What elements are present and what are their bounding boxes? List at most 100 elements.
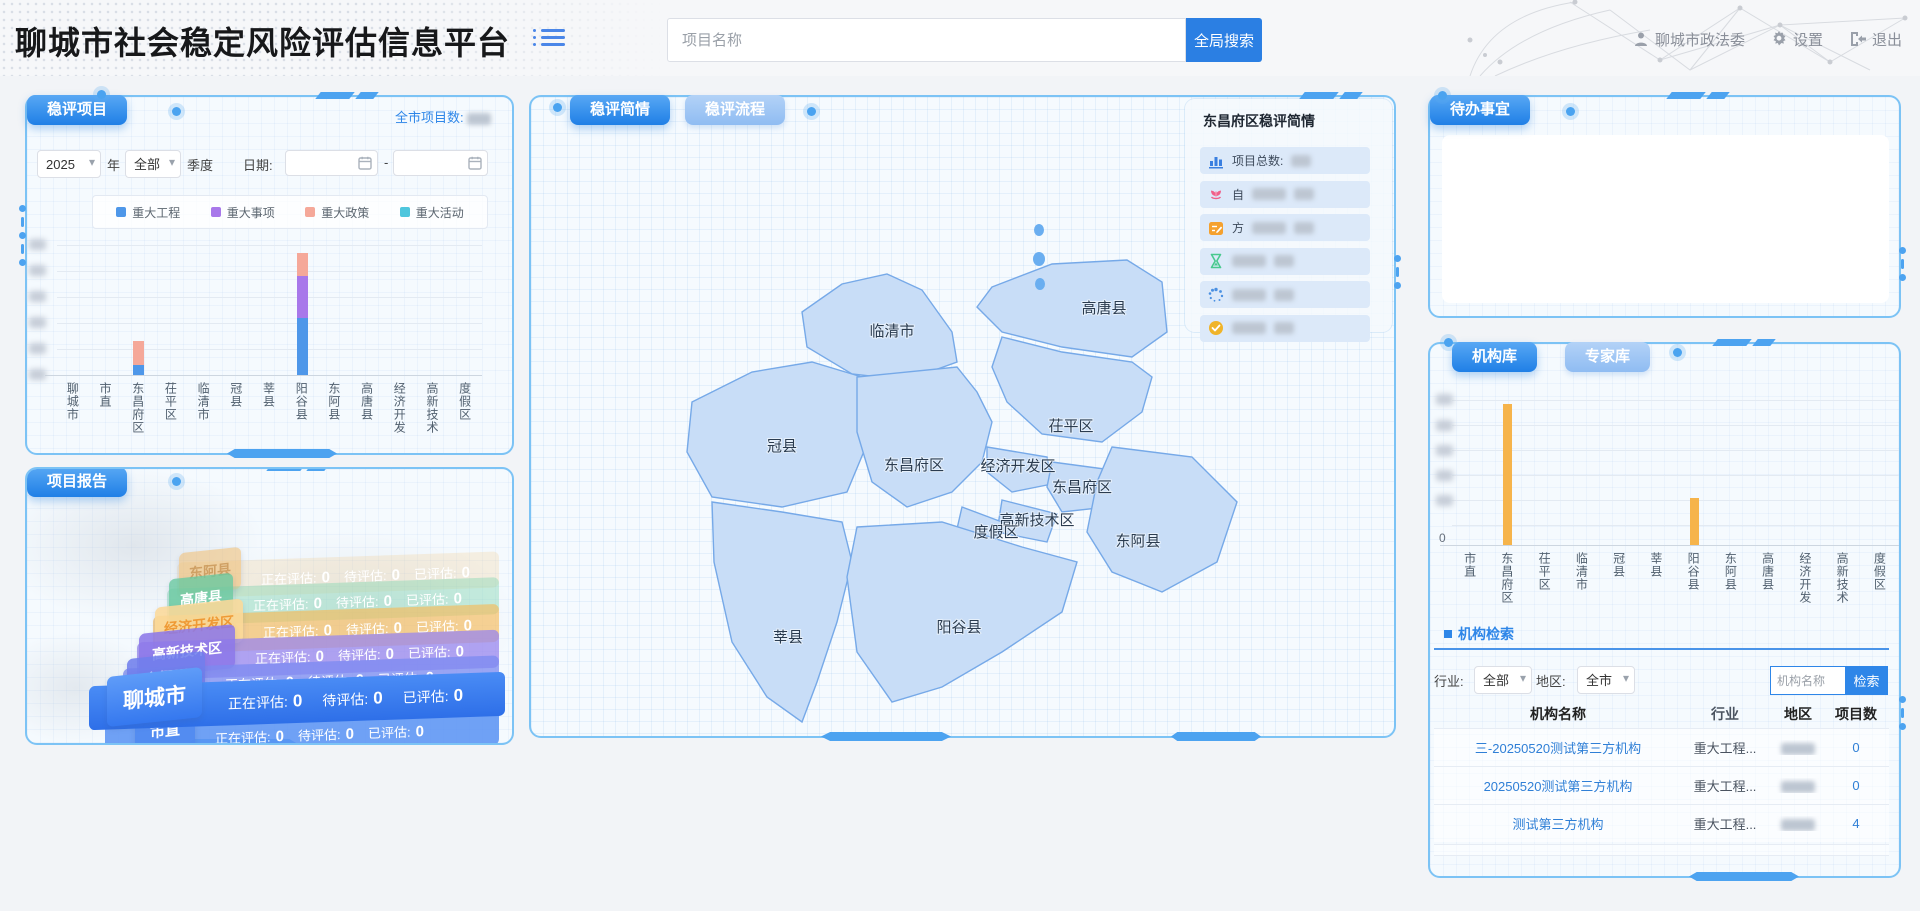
org-name-input[interactable] <box>1770 666 1845 695</box>
industry-select[interactable]: 全部 <box>1475 667 1531 693</box>
org-name-link[interactable]: 20250520测试第三方机构 <box>1484 779 1633 794</box>
edit-square-icon <box>1208 220 1224 236</box>
map-district-yanggu[interactable] <box>847 522 1077 702</box>
chart-bar <box>133 365 144 375</box>
overlay-stat-label: 方 <box>1232 219 1244 236</box>
org-industry: 重大工程... <box>1682 776 1768 795</box>
x-axis-label: 冠县 <box>1612 552 1626 578</box>
logout-icon <box>1849 31 1866 47</box>
map-district-guanxian[interactable] <box>687 362 872 507</box>
x-axis-label: 冠县 <box>229 382 243 408</box>
redacted-ytick <box>1436 394 1453 405</box>
org-project-count: 0 <box>1828 778 1884 793</box>
gridline <box>57 245 482 246</box>
map-district-donge[interactable] <box>1087 447 1237 592</box>
global-search-button[interactable]: 全局搜索 <box>1186 18 1262 62</box>
org-table-header: 机构名称行业地区项目数 <box>1434 704 1889 724</box>
org-name-link[interactable]: 三-20250520测试第三方机构 <box>1475 741 1641 756</box>
panel-project-report: 项目报告 东阿县正在评估:0待评估:0已评估:0高唐县正在评估:0待评估:0已评… <box>25 467 514 745</box>
date-start-input[interactable] <box>286 151 362 175</box>
redacted-ytick <box>1436 470 1453 481</box>
redacted-label <box>1252 222 1286 234</box>
x-axis-label: 经济开发 <box>1798 552 1812 604</box>
project-chart-legend: 重大工程 重大事项 重大政策 重大活动 <box>92 195 488 229</box>
quarter-select[interactable]: 全部 <box>126 151 180 177</box>
org-table-body: 三-20250520测试第三方机构重大工程... 0 20250520测试第三方机构… <box>1434 728 1889 856</box>
project-filters: 2025 年 全部 季度 日期: - <box>27 150 512 176</box>
legend-label: 重大事项 <box>227 204 275 221</box>
redacted-value <box>1294 188 1314 200</box>
redacted-ytick <box>29 239 46 250</box>
search-input[interactable] <box>667 18 1186 62</box>
redacted-ytick <box>1436 495 1453 506</box>
area-label: 地区: <box>1536 671 1566 690</box>
redacted-ytick <box>29 317 46 328</box>
stat-label: 待评估: <box>298 727 341 743</box>
table-row: 测试第三方机构重大工程...4 <box>1434 804 1889 842</box>
tab-expert-library[interactable]: 专家库 <box>1565 342 1650 372</box>
legend-item[interactable]: 重大事项 <box>211 204 275 221</box>
map-district-label: 临清市 <box>869 323 914 340</box>
date-end-input[interactable] <box>394 151 471 175</box>
tab-org-library[interactable]: 机构库 <box>1452 342 1537 372</box>
map-district-label: 高唐县 <box>1081 300 1126 317</box>
legend-item[interactable]: 重大工程 <box>116 204 180 221</box>
glow-dot <box>172 477 181 486</box>
org-project-count: 0 <box>1828 740 1884 755</box>
x-axis-label: 东昌府区 <box>1500 552 1514 604</box>
panel-stabilization-projects: 稳评项目 全市项目数: 2025 年 全部 季度 日期: - <box>25 95 514 455</box>
gridline <box>1452 400 1899 401</box>
map-district-dongchangfu[interactable] <box>857 367 992 507</box>
industry-label: 行业: <box>1434 671 1464 690</box>
legend-label: 重大政策 <box>321 204 369 221</box>
gridline <box>57 323 482 324</box>
border-dash-decoration <box>318 92 382 99</box>
glow-dot <box>1444 338 1453 347</box>
gridline <box>1452 450 1899 451</box>
dashboard-root: 聊城市社会稳定风险评估信息平台 全局搜索 聊城市政法委 设置 退出 稳评项目 <box>0 0 1920 911</box>
chart-bar <box>1503 404 1512 545</box>
border-dash-decoration <box>1669 92 1733 99</box>
year-select-wrap: 2025 <box>37 150 101 178</box>
glow-dot <box>807 107 816 116</box>
legend-label: 重大活动 <box>416 204 464 221</box>
legend-swatch <box>211 207 221 217</box>
org-table-column: 项目数 <box>1828 704 1884 724</box>
menu-toggle-icon[interactable] <box>533 26 565 52</box>
x-axis-label: 市直 <box>1463 552 1477 578</box>
map-district-shenxian[interactable] <box>712 502 852 722</box>
glow-dot <box>172 107 181 116</box>
x-axis-label: 东阿县 <box>1723 552 1737 591</box>
area-select[interactable]: 全市 <box>1578 667 1634 693</box>
city-project-total: 全市项目数: <box>395 107 491 126</box>
x-axis-label: 高新技术 <box>425 382 439 434</box>
settings-button[interactable]: 设置 <box>1771 29 1823 50</box>
tab-stabilization-projects[interactable]: 稳评项目 <box>27 95 127 125</box>
stat-label: 正在评估: <box>215 729 271 745</box>
chart-bar <box>297 318 308 375</box>
redacted-value <box>1274 322 1294 334</box>
panel-organizations: 机构库 专家库 机构检索 行业: 全部 地区: 全市 检索 机构名称行业地区项目… <box>1428 342 1901 878</box>
overlay-stat-row <box>1200 248 1370 275</box>
y-tick-zero: 0 <box>1439 531 1446 545</box>
legend-item[interactable]: 重大政策 <box>305 204 369 221</box>
stat-value: 0 <box>276 728 284 745</box>
tab-todo[interactable]: 待办事宜 <box>1430 95 1530 125</box>
tab-assessment-brief[interactable]: 稳评简情 <box>570 95 670 125</box>
tab-assessment-flow[interactable]: 稳评流程 <box>685 95 785 125</box>
x-axis-label: 度假区 <box>1872 552 1886 591</box>
org-name-link[interactable]: 测试第三方机构 <box>1512 817 1603 832</box>
map-district-label: 东昌府区 <box>1052 479 1112 496</box>
tab-project-report[interactable]: 项目报告 <box>27 467 127 497</box>
logout-button[interactable]: 退出 <box>1849 29 1902 50</box>
legend-item[interactable]: 重大活动 <box>400 204 464 221</box>
border-dots-decoration <box>1898 247 1906 286</box>
org-search-button[interactable]: 检索 <box>1845 666 1888 695</box>
x-axis-label: 高新技术 <box>1835 552 1849 604</box>
gridline <box>1452 525 1899 526</box>
x-axis-label: 东阿县 <box>327 382 341 421</box>
border-dash-decoration <box>1715 339 1779 346</box>
user-menu[interactable]: 聊城市政法委 <box>1633 29 1745 50</box>
bar-chart-icon <box>1208 153 1224 169</box>
year-select[interactable]: 2025 <box>38 151 100 177</box>
